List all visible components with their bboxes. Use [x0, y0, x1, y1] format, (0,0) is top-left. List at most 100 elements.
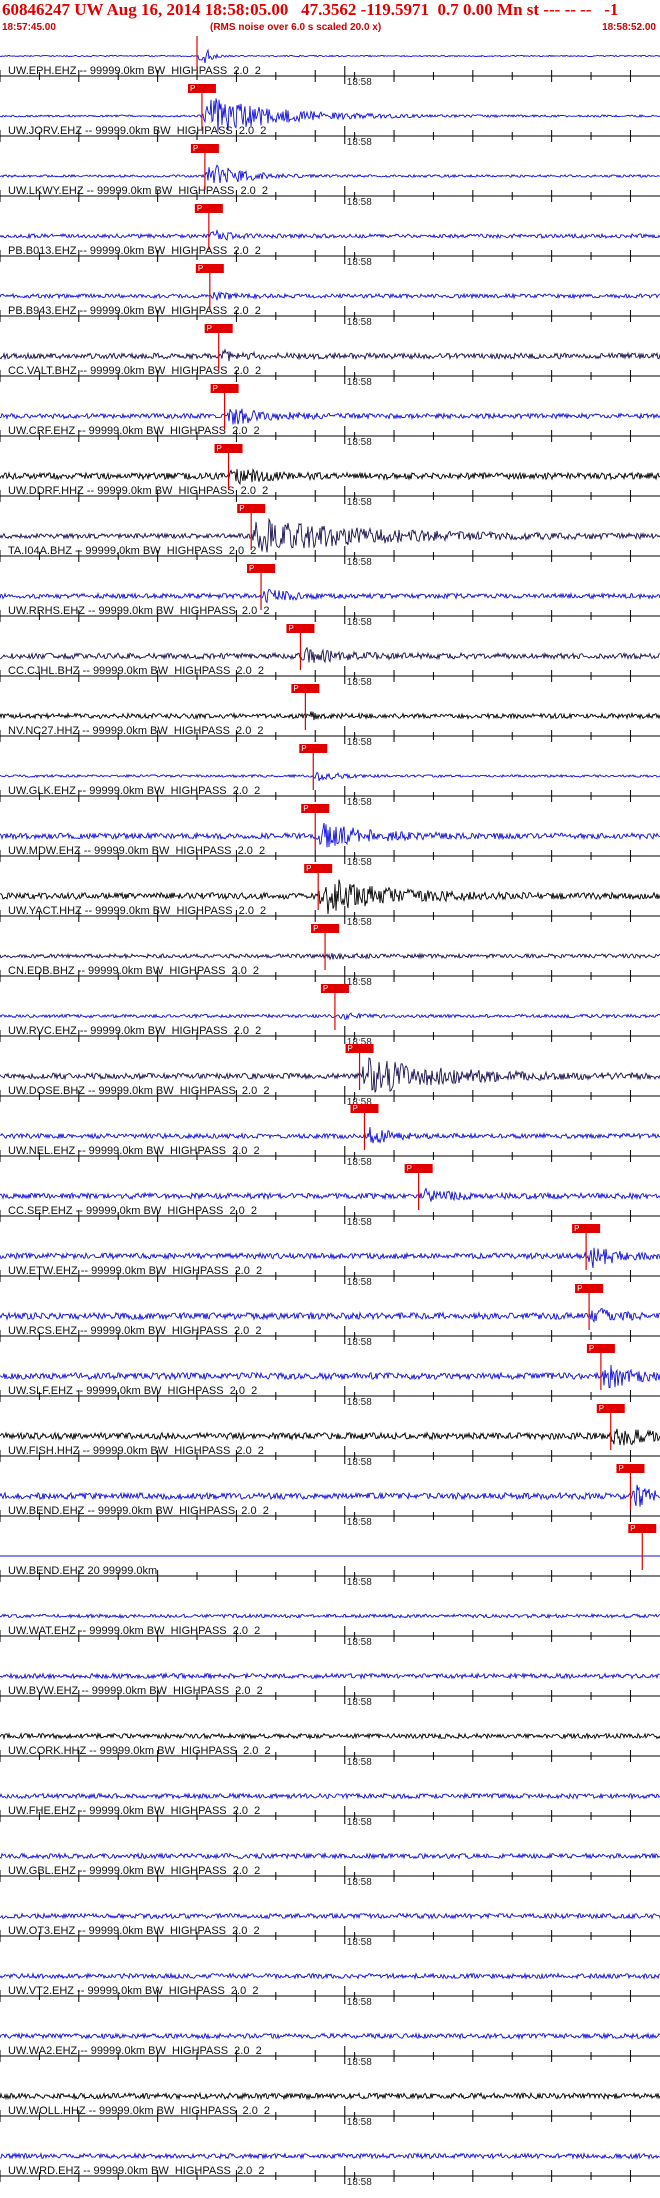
waveform-trace [0, 1971, 660, 1981]
minute-label: 18:58 [347, 1277, 372, 1288]
waveform-trace [0, 408, 660, 425]
channel-label: UW.WRD.EHZ -- 99999.0km BW_HIGHPASS_2.0_… [8, 2165, 265, 2177]
channel-label: CC.VALT.BHZ -- 99999.0km BW_HIGHPASS_2.0… [8, 365, 261, 377]
channel-row: 18:58 UW.WOLL.HHZ -- 99999.0km BW_HIGHPAS… [0, 2091, 660, 2128]
waveform-trace [0, 1912, 660, 1920]
channel-row: 18:58 UW.MDW.EHZ -- 99999.0km BW_HIGHPASS… [0, 804, 660, 868]
channel-row: 18:58 UW.BEND.EHZ -- 99999.0km BW_HIGHPAS… [0, 1464, 660, 1528]
channel-label: UW.MDW.EHZ -- 99999.0km BW_HIGHPASS_2.0_… [8, 845, 265, 857]
minute-label: 18:58 [347, 257, 372, 268]
pick-label: P [618, 1464, 623, 1473]
channel-label: TA.I04A.BHZ -- 99999.0km BW_HIGHPASS_2.0… [8, 545, 256, 557]
channel-label: UW.EPH.EHZ -- 99999.0km BW_HIGHPASS_2.0_… [8, 65, 261, 77]
minute-label: 18:58 [347, 437, 372, 448]
channel-label: UW.WOLL.HHZ -- 99999.0km BW_HIGHPASS_2.0… [8, 2105, 270, 2117]
channel-label: UW.JORV.EHZ -- 99999.0km BW_HIGHPASS_2.0… [8, 125, 266, 137]
channel-label: UW.DDRF.HHZ -- 99999.0km BW_HIGHPASS_2.0… [8, 485, 268, 497]
channel-row: 18:58 CN.EDB.BHZ -- 99999.0km BW_HIGHPASS… [0, 924, 660, 988]
pick-label: P [407, 1164, 412, 1173]
channel-row: 18:58 UW.BEND.EHZ 20 99999.0km P [0, 1524, 660, 1588]
minute-label: 18:58 [347, 917, 372, 928]
channel-label: UW.RRHS.EHZ -- 99999.0km BW_HIGHPASS_2.0… [8, 605, 269, 617]
channel-label: UW.CRF.EHZ -- 99999.0km BW_HIGHPASS_2.0_… [8, 425, 260, 437]
channel-row: 18:58 UW.RRHS.EHZ -- 99999.0km BW_HIGHPAS… [0, 564, 660, 628]
channel-row: 18:58 CC.VALT.BHZ -- 99999.0km BW_HIGHPAS… [0, 324, 660, 388]
pick-label: P [352, 1104, 357, 1113]
minute-label: 18:58 [347, 1877, 372, 1888]
pick-label: P [288, 624, 293, 633]
channel-label: UW.GBL.EHZ -- 99999.0km BW_HIGHPASS_2.0_… [8, 1865, 260, 1877]
channel-row: 18:58 NV.NC27.HHZ -- 99999.0km BW_HIGHPAS… [0, 684, 660, 748]
pick-label: P [303, 804, 308, 813]
pick-label: P [207, 324, 212, 333]
channel-label: CC.CJHL.BHZ -- 99999.0km BW_HIGHPASS_2.0… [8, 665, 264, 677]
channel-row: 18:58 UW.RCS.EHZ -- 99999.0km BW_HIGHPASS… [0, 1284, 660, 1348]
channel-row: 18:58 UW.EPH.EHZ -- 99999.0km BW_HIGHPASS… [0, 36, 660, 88]
minute-label: 18:58 [347, 1157, 372, 1168]
scale-note: (RMS noise over 6.0 s scaled 20.0 x) [210, 22, 382, 33]
waveform-trace [0, 1428, 660, 1446]
waveform-trace [0, 2032, 660, 2041]
channel-row: 18:58 UW.NEL.EHZ -- 99999.0km BW_HIGHPASS… [0, 1104, 660, 1168]
channel-row: 18:58 UW.LKWY.EHZ -- 99999.0km BW_HIGHPAS… [0, 144, 660, 208]
minute-label: 18:58 [347, 737, 372, 748]
channel-label: UW.VT2.EHZ -- 99999.0km BW_HIGHPASS_2.0_… [8, 1985, 258, 1997]
channel-row: 18:58 UW.CORK.HHZ -- 99999.0km BW_HIGHPAS… [0, 1731, 660, 1768]
waveform-trace [0, 48, 660, 64]
waveform-trace [0, 646, 660, 664]
channel-row: 18:58 UW.WAT.EHZ -- 99999.0km BW_HIGHPASS… [0, 1612, 660, 1648]
waveform-trace [0, 228, 660, 241]
minute-label: 18:58 [347, 1817, 372, 1828]
channel-label: UW.GLK.EHZ -- 99999.0km BW_HIGHPASS_2.0_… [8, 785, 260, 797]
waveform-trace [0, 771, 660, 782]
minute-label: 18:58 [347, 317, 372, 328]
minute-label: 18:58 [347, 1637, 372, 1648]
waveform-trace [0, 1127, 660, 1144]
waveform-trace [0, 348, 660, 362]
channel-row: 18:58 UW.CRF.EHZ -- 99999.0km BW_HIGHPASS… [0, 384, 660, 448]
minute-label: 18:58 [347, 1937, 372, 1948]
minute-label: 18:58 [347, 1997, 372, 2008]
minute-label: 18:58 [347, 617, 372, 628]
end-time: 18:58:52.00 [602, 22, 656, 33]
minute-label: 18:58 [347, 1577, 372, 1588]
channel-label: UW.RVC.EHZ -- 99999.0km BW_HIGHPASS_2.0_… [8, 1025, 261, 1037]
minute-label: 18:58 [347, 1397, 372, 1408]
header: 60846247 UW Aug 16, 2014 18:58:05.00 47.… [0, 0, 660, 40]
waveform-trace [0, 822, 660, 848]
channel-row: 18:58 UW.BVW.EHZ -- 99999.0km BW_HIGHPASS… [0, 1671, 660, 1708]
channel-row: 18:58 UW.WRD.EHZ -- 99999.0km BW_HIGHPASS… [0, 2151, 660, 2188]
channel-row: 18:58 UW.FISH.HHZ -- 99999.0km BW_HIGHPAS… [0, 1404, 660, 1468]
channel-label: UW.FISH.HHZ -- 99999.0km BW_HIGHPASS_2.0… [8, 1445, 264, 1457]
minute-label: 18:58 [347, 1337, 372, 1348]
minute-label: 18:58 [347, 497, 372, 508]
pick-label: P [323, 984, 328, 993]
channel-row: 18:58 UW.GLK.EHZ -- 99999.0km BW_HIGHPASS… [0, 744, 660, 808]
pick-label: P [293, 684, 298, 693]
minute-label: 18:58 [347, 2117, 372, 2128]
channel-row: 18:58 UW.VT2.EHZ -- 99999.0km BW_HIGHPASS… [0, 1971, 660, 2008]
pick-label: P [313, 924, 318, 933]
minute-label: 18:58 [347, 1217, 372, 1228]
minute-label: 18:58 [347, 197, 372, 208]
channel-label: PB.B013.EHZ -- 99999.0km BW_HIGHPASS_2.0… [8, 245, 261, 257]
minute-label: 18:58 [347, 1457, 372, 1468]
channel-label: NV.NC27.HHZ -- 99999.0km BW_HIGHPASS_2.0… [8, 725, 264, 737]
channel-label: UW.NEL.EHZ -- 99999.0km BW_HIGHPASS_2.0_… [8, 1145, 260, 1157]
channel-row: 18:58 PB.B943.EHZ -- 99999.0km BW_HIGHPAS… [0, 264, 660, 328]
waveform-trace [0, 290, 660, 301]
minute-label: 18:58 [347, 137, 372, 148]
minute-label: 18:58 [347, 1757, 372, 1768]
channel-row: 18:58 UW.GBL.EHZ -- 99999.0km BW_HIGHPASS… [0, 1851, 660, 1888]
channel-label: UW.ETW.EHZ -- 99999.0km BW_HIGHPASS_2.0_… [8, 1265, 262, 1277]
channel-label: UW.RCS.EHZ -- 99999.0km BW_HIGHPASS_2.0_… [8, 1325, 262, 1337]
minute-label: 18:58 [347, 1697, 372, 1708]
seismogram-plot: 18:58 UW.EPH.EHZ -- 99999.0km BW_HIGHPASS… [0, 36, 660, 2188]
waveform-trace [0, 588, 660, 604]
waveform-trace [0, 952, 660, 961]
pick-label: P [239, 504, 244, 513]
waveform-trace [0, 1671, 660, 1681]
channel-label: UW.WA2.EHZ -- 99999.0km BW_HIGHPASS_2.0_… [8, 2045, 262, 2057]
waveform-trace [0, 2091, 660, 2101]
channel-label: CN.EDB.BHZ -- 99999.0km BW_HIGHPASS_2.0_… [8, 965, 259, 977]
